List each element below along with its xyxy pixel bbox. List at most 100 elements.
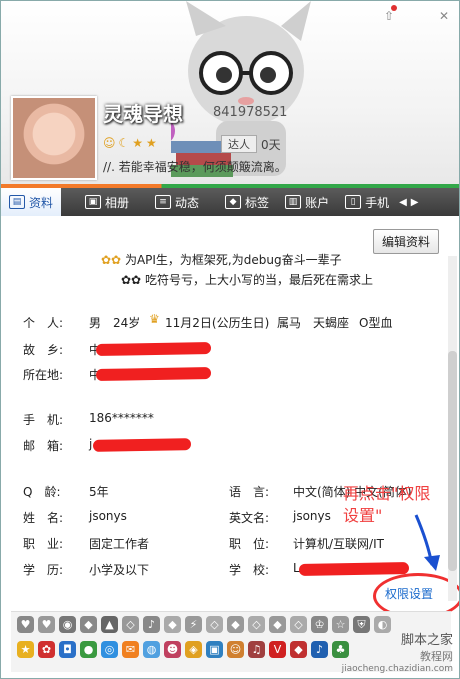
- star-icon: ★: [146, 136, 157, 150]
- edit-profile-button[interactable]: 编辑资料: [372, 229, 439, 254]
- annotation-arrow: [414, 514, 440, 571]
- tab-album[interactable]: ▣ 相册: [77, 188, 137, 216]
- diamond-icon[interactable]: ◇: [206, 616, 223, 633]
- tab-account[interactable]: ▥ 账户: [277, 188, 337, 216]
- tab-label: 动态: [175, 195, 200, 210]
- notification-dot-icon: [391, 5, 397, 11]
- phone-label: 手 机:: [23, 413, 64, 427]
- star-icon[interactable]: ★: [17, 641, 34, 658]
- diamond-icon[interactable]: ◇: [122, 616, 139, 633]
- avatar-icon[interactable]: ☻: [164, 641, 181, 658]
- diamond-icon[interactable]: ◇: [290, 616, 307, 633]
- level-badge: 达人: [221, 135, 257, 153]
- position-label: 职 位:: [229, 537, 270, 551]
- music-icon[interactable]: ♪: [143, 616, 160, 633]
- motto-line-2: ✿✿ 吃符号亏，上大小写的当，最后死在需求上: [121, 271, 373, 288]
- lock-icon[interactable]: ▣: [206, 641, 223, 658]
- diamond-icon[interactable]: ◆: [164, 616, 181, 633]
- name: jsonys: [89, 509, 127, 523]
- qzone-icon[interactable]: ✿: [38, 641, 55, 658]
- email-label: 邮 箱:: [23, 439, 64, 453]
- education: 小学及以下: [89, 563, 150, 577]
- english-name-label: 英文名:: [229, 511, 270, 525]
- permission-settings-link[interactable]: 权限设置: [385, 585, 433, 602]
- music-icon[interactable]: ♫: [248, 641, 265, 658]
- position: 计算机/互联网/IT: [293, 537, 384, 551]
- clover-icon: ✿✿: [101, 253, 122, 267]
- job: 固定工作者: [89, 537, 150, 551]
- tab-feed[interactable]: ≡ 动态: [147, 188, 207, 216]
- nickname: 灵魂导想: [103, 102, 183, 126]
- redaction-mark: [298, 562, 410, 576]
- flash-icon[interactable]: ⚡: [185, 616, 202, 633]
- school-label: 学 校:: [229, 563, 270, 577]
- motto-text: 为API生，为框架死,为debug奋斗一辈子: [124, 253, 342, 267]
- qage-label: Q 龄:: [23, 485, 61, 499]
- redaction-mark: [95, 341, 212, 357]
- redaction-mark: [92, 438, 192, 452]
- avatar[interactable]: [11, 96, 97, 180]
- diamond-icon[interactable]: ◆: [269, 616, 286, 633]
- star-icon: ★: [132, 136, 144, 150]
- coin-icon[interactable]: ◈: [185, 641, 202, 658]
- diamond-icon[interactable]: ◇: [248, 616, 265, 633]
- game-icon[interactable]: ◆: [290, 641, 307, 658]
- watermark-line: 脚本之家: [400, 633, 453, 648]
- scrollbar-thumb[interactable]: [448, 351, 457, 571]
- profile-header: ⇧ ✕ 灵魂导想 841978521 ☺ ☾ ★ ★ 达人 0天 //. 若能幸…: [1, 1, 459, 186]
- gender: 男: [89, 316, 102, 330]
- level-info: 达人 0天: [221, 135, 281, 153]
- english-name: jsonys: [293, 509, 331, 523]
- qage: 5年: [89, 485, 109, 499]
- tab-profile[interactable]: ▤ 资料: [1, 188, 62, 216]
- vip-icon[interactable]: V: [269, 641, 286, 658]
- tab-label: 相册: [105, 195, 130, 210]
- account-icon: ▥: [285, 195, 302, 209]
- heart-icon[interactable]: ♥: [17, 616, 34, 633]
- profile-window: ⇧ ✕ 灵魂导想 841978521 ☺ ☾ ★ ★ 达人 0天 //. 若能幸…: [0, 0, 460, 679]
- album-icon: ▣: [85, 195, 102, 209]
- close-button[interactable]: ✕: [439, 9, 449, 23]
- phone-icon: ▯: [345, 195, 362, 209]
- pet-icon[interactable]: ●: [80, 641, 97, 658]
- camera-icon[interactable]: ◘: [59, 641, 76, 658]
- education-label: 学 历:: [23, 563, 64, 577]
- moon-icon: ☾: [118, 136, 130, 150]
- pet-icon[interactable]: ☺: [227, 641, 244, 658]
- tab-label: 标签: [245, 195, 270, 210]
- motto-text: 吃符号亏，上大小写的当，最后死在需求上: [144, 273, 373, 287]
- age: 24岁: [113, 316, 141, 330]
- watermark-line: jiaocheng.chazidian.com: [341, 664, 453, 674]
- cup-icon[interactable]: ♔: [311, 616, 328, 633]
- pin-icon[interactable]: ⇧: [384, 9, 394, 23]
- tab-label: 资料: [29, 195, 54, 210]
- tab-scroll-left-icon[interactable]: ◀: [399, 197, 407, 208]
- diamond-icon[interactable]: ◆: [80, 616, 97, 633]
- constellation: 天蝎座: [313, 316, 350, 330]
- feed-icon: ≡: [155, 195, 172, 209]
- job-label: 职 业:: [23, 537, 64, 551]
- heart-icon[interactable]: ♥: [38, 616, 55, 633]
- penguin-icon[interactable]: ◉: [59, 616, 76, 633]
- status-badges: ☺ ☾ ★ ★: [103, 136, 157, 150]
- clover-icon: ✿✿: [121, 273, 142, 287]
- tab-label: 账户: [305, 195, 330, 210]
- tab-phone[interactable]: ▯ 手机: [337, 188, 397, 216]
- game-icon[interactable]: ◍: [143, 641, 160, 658]
- tab-scroll-right-icon[interactable]: ▶: [411, 197, 419, 208]
- crown-icon: ♛: [149, 312, 160, 326]
- personal-label: 个 人:: [23, 316, 64, 330]
- blood-type: O型血: [359, 316, 393, 330]
- diamond-icon[interactable]: ◆: [227, 616, 244, 633]
- tab-label: 手机: [365, 195, 390, 210]
- tab-bar: ▤ 资料 ▣ 相册 ≡ 动态 ◆ 标签 ▥ 账户 ▯ 手机 ◀ ▶: [1, 188, 459, 216]
- hometown-label: 故 乡:: [23, 343, 64, 357]
- mail-icon[interactable]: ✉: [122, 641, 139, 658]
- motto-line-1: ✿✿ 为API生，为框架死,为debug奋斗一辈子: [101, 251, 342, 268]
- tab-tag[interactable]: ◆ 标签: [217, 188, 277, 216]
- music-icon[interactable]: ♪: [311, 641, 328, 658]
- email: j: [89, 437, 93, 451]
- scrollbar[interactable]: [448, 256, 457, 601]
- eye-icon[interactable]: ◎: [101, 641, 118, 658]
- bell-icon[interactable]: ▲: [101, 616, 118, 633]
